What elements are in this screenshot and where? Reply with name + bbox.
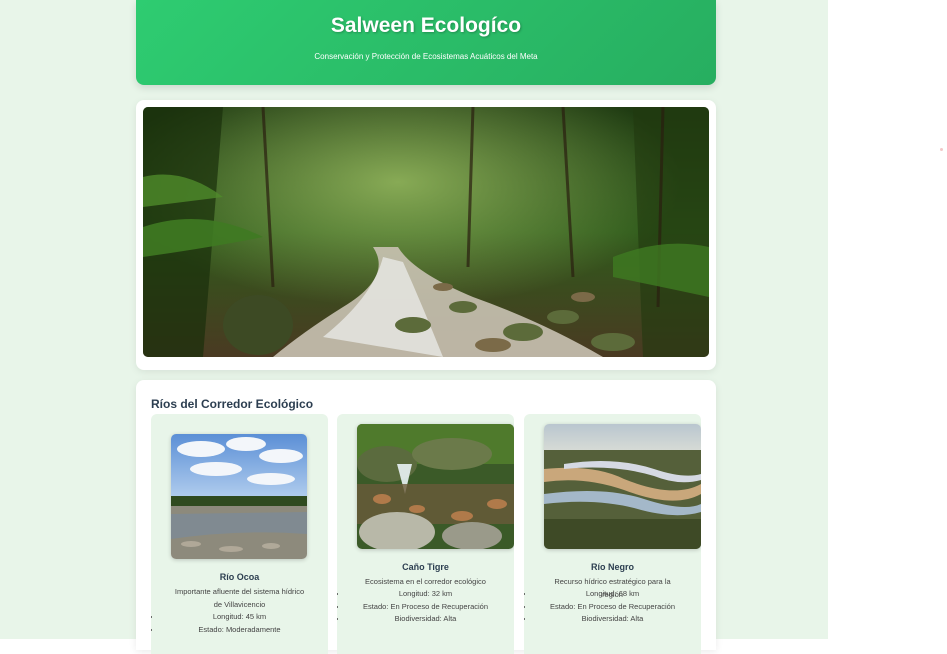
site-header: Salween Ecologíco Conservación y Protecc… [136, 0, 716, 85]
river-rio-negro-biodiversity: Biodiversidad: Alta [534, 613, 691, 626]
river-rio-negro-image [544, 424, 701, 549]
river-card-ocoa[interactable]: Río Ocoa Importante afluente del sistema… [151, 414, 328, 654]
hero-forest-stream-image [143, 107, 709, 357]
river-cano-tigre-name: Caño Tigre [402, 562, 449, 572]
river-cano-tigre-image [357, 424, 514, 549]
rivers-section-title: Ríos del Corredor Ecológico [151, 397, 314, 411]
river-ocoa-status: Estado: Moderadamente [161, 624, 318, 637]
river-rio-negro-facts: Longitud: 68 km Estado: En Proceso de Re… [534, 588, 691, 626]
hero-card [136, 100, 716, 370]
river-cano-tigre-length: Longitud: 32 km [347, 588, 504, 601]
river-cano-tigre-facts: Longitud: 32 km Estado: En Proceso de Re… [347, 588, 504, 626]
river-card-rio-negro[interactable]: Río Negro Recurso hídrico estratégico pa… [524, 414, 701, 654]
river-ocoa-image [171, 434, 307, 559]
river-ocoa-facts: Longitud: 45 km Estado: Moderadamente [161, 611, 318, 636]
river-rio-negro-name: Río Negro [590, 562, 634, 572]
rivers-section: Ríos del Corredor Ecológico Río Ocoa Imp… [136, 380, 716, 654]
river-ocoa-length: Longitud: 45 km [161, 611, 318, 624]
river-rio-negro-status: Estado: En Proceso de Recuperación [534, 601, 691, 614]
site-subtitle: Conservación y Protección de Ecosistemas… [314, 52, 538, 61]
river-cano-tigre-biodiversity: Biodiversidad: Alta [347, 613, 504, 626]
site-title: Salween Ecologíco [330, 14, 522, 37]
stray-marker [940, 148, 943, 151]
river-ocoa-description: Importante afluente del sistema hídrico … [174, 587, 305, 609]
river-card-cano-tigre[interactable]: Caño Tigre Ecosistema en el corredor eco… [337, 414, 514, 654]
river-ocoa-name: Río Ocoa [219, 572, 260, 582]
river-cano-tigre-description: Ecosistema en el corredor ecológico [365, 577, 486, 586]
river-rio-negro-length: Longitud: 68 km [534, 588, 691, 601]
river-cano-tigre-status: Estado: En Proceso de Recuperación [347, 601, 504, 614]
